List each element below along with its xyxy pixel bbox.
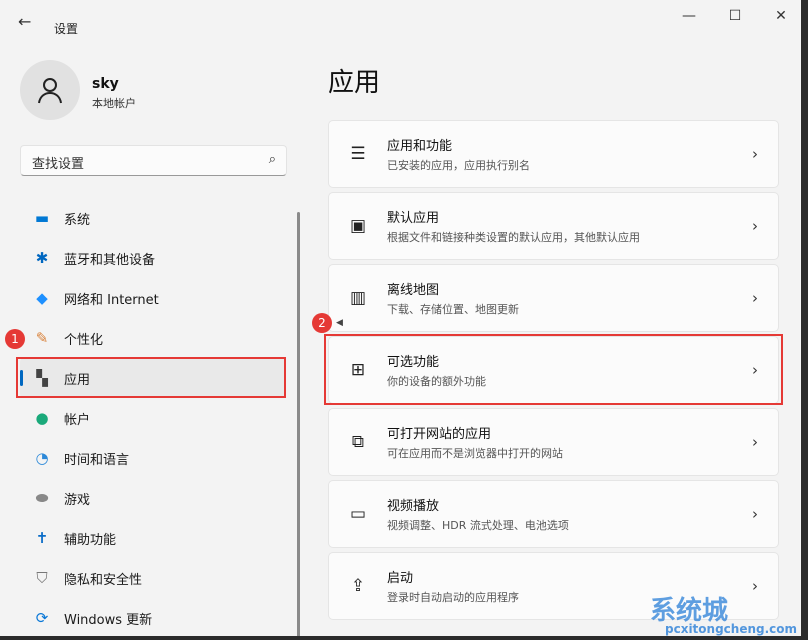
settings-card-0[interactable]: ☰ 应用和功能已安装的应用，应用执行别名 › [328,120,779,188]
clock-globe-icon: ◔ [35,449,49,467]
sidebar-item-0[interactable]: ▬ 系统 [20,198,285,238]
chevron-right-icon: › [752,505,758,523]
sidebar-item-2[interactable]: ◆ 网络和 Internet [20,278,285,318]
close-button[interactable]: ✕ [758,8,801,24]
card-subtitle: 可在应用而不是浏览器中打开的网站 [387,447,563,460]
step-badge-1: 1 [5,329,25,349]
window-title: 设置 [54,22,79,36]
chevron-right-icon: › [752,289,758,307]
card-title: 默认应用 [387,211,440,226]
card-subtitle: 根据文件和链接种类设置的默认应用，其他默认应用 [387,231,640,244]
account-type: 本地帐户 [92,97,136,110]
open-link-icon: ⧉ [351,432,365,452]
sidebar-item-label: 隐私和安全性 [64,572,143,588]
settings-card-5[interactable]: ▭ 视频播放视频调整、HDR 流式处理、电池选项 › [328,480,779,548]
update-icon: ⟳ [35,609,49,627]
highlight-box-apps [16,357,286,398]
page-title: 应用 [328,68,381,98]
map-icon: ▥ [349,288,367,308]
card-subtitle: 已安装的应用，应用执行别名 [387,159,530,172]
sidebar-item-10[interactable]: ⟳ Windows 更新 [20,598,285,636]
chevron-right-icon: › [752,577,758,595]
sidebar-item-label: 个性化 [64,332,104,348]
card-title: 视频播放 [387,499,440,514]
chevron-right-icon: › [752,145,758,163]
sidebar-item-3[interactable]: ✎ 个性化 [20,318,285,358]
settings-window: ← 设置 — ☐ ✕ sky 本地帐户 查找设置 ⌕ ▬ 系统 ✱ 蓝牙和其他设备 ◆ 网… [0,0,801,636]
settings-card-1[interactable]: ▣ 默认应用根据文件和链接种类设置的默认应用，其他默认应用 › [328,192,779,260]
sidebar-item-label: Windows 更新 [64,612,153,628]
sidebar-item-label: 帐户 [64,412,91,428]
card-subtitle: 视频调整、HDR 流式处理、电池选项 [387,519,569,532]
chevron-right-icon: › [752,217,758,235]
card-title: 应用和功能 [387,139,453,154]
card-subtitle: 下载、存储位置、地图更新 [387,303,519,316]
avatar[interactable] [20,60,80,120]
minimize-button[interactable]: — [666,8,712,24]
highlight-box-optional-features [324,334,783,405]
step-badge-2: 2 [312,313,332,333]
sidebar-item-label: 游戏 [64,492,91,508]
brush-icon: ✎ [35,329,49,347]
sidebar-item-label: 辅助功能 [64,532,117,548]
card-title: 离线地图 [387,283,440,298]
sidebar-item-label: 蓝牙和其他设备 [64,252,156,268]
back-button[interactable]: ← [18,12,31,31]
search-icon: ⌕ [268,152,276,167]
sidebar-item-8[interactable]: ✝ 辅助功能 [20,518,285,558]
sidebar-item-label: 时间和语言 [64,452,130,468]
settings-card-4[interactable]: ⧉ 可打开网站的应用可在应用而不是浏览器中打开的网站 › [328,408,779,476]
user-icon [38,78,62,104]
search-input[interactable]: 查找设置 ⌕ [20,145,287,176]
maximize-button[interactable]: ☐ [712,8,758,24]
settings-card-2[interactable]: ▥ 离线地图下载、存储位置、地图更新 › [328,264,779,332]
card-subtitle: 登录时自动启动的应用程序 [387,591,519,604]
sidebar-item-7[interactable]: ⬬ 游戏 [20,478,285,518]
user-name: sky [92,76,119,92]
sidebar-item-5[interactable]: ● 帐户 [20,398,285,438]
sidebar-item-1[interactable]: ✱ 蓝牙和其他设备 [20,238,285,278]
pointer-arrow-icon: ◀ [336,318,343,328]
watermark-url: pcxitongcheng.com [665,622,798,636]
monitor-icon: ▬ [34,209,50,227]
video-icon: ▭ [349,504,367,524]
sidebar-scrollbar[interactable] [297,212,300,636]
title-bar: ← 设置 — ☐ ✕ [0,0,801,40]
sidebar-item-6[interactable]: ◔ 时间和语言 [20,438,285,478]
sidebar-item-9[interactable]: ⛉ 隐私和安全性 [20,558,285,598]
gamepad-icon: ⬬ [35,489,49,507]
startup-icon: ⇪ [350,576,366,596]
accessibility-icon: ✝ [35,529,49,547]
sidebar-item-label: 网络和 Internet [64,292,159,308]
account-icon: ● [35,409,49,427]
sidebar-item-label: 系统 [64,212,91,228]
list-icon: ☰ [350,144,366,164]
wifi-icon: ◆ [36,289,48,307]
default-app-icon: ▣ [349,216,367,236]
search-placeholder: 查找设置 [32,157,85,172]
card-title: 启动 [387,571,414,586]
sidebar-nav: ▬ 系统 ✱ 蓝牙和其他设备 ◆ 网络和 Internet ✎ 个性化 ▚ 应用 ● 帐户 ◔ 时间和语言… [20,198,285,636]
chevron-right-icon: › [752,433,758,451]
bluetooth-icon: ✱ [35,249,49,267]
shield-icon: ⛉ [36,569,48,587]
card-title: 可打开网站的应用 [387,427,492,442]
